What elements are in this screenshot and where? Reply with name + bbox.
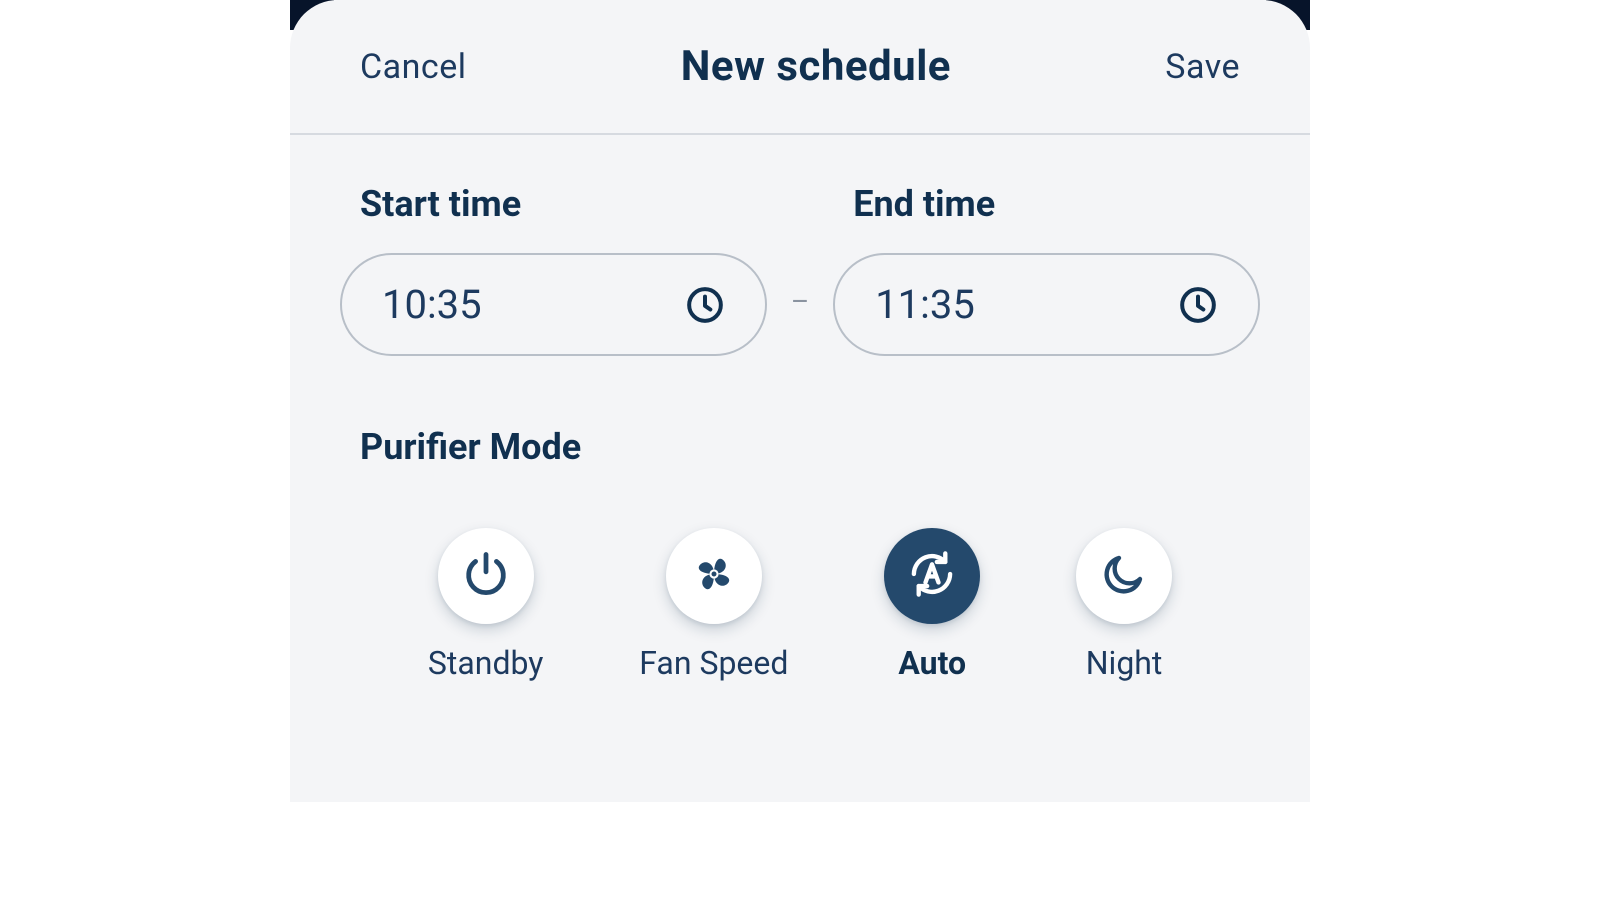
mode-button-auto (884, 528, 980, 624)
cancel-button[interactable]: Cancel (360, 47, 467, 87)
mode-label-fan-speed: Fan Speed (639, 644, 788, 682)
save-button[interactable]: Save (1165, 47, 1240, 87)
mode-button-night (1076, 528, 1172, 624)
power-icon (460, 548, 512, 604)
mode-option-fan-speed[interactable]: Fan Speed (639, 528, 788, 682)
start-time-value: 10:35 (382, 281, 482, 328)
app-sheet-container: Cancel New schedule Save Start time 10:3… (290, 0, 1310, 802)
auto-cycle-icon (903, 545, 961, 607)
mode-button-fan-speed (666, 528, 762, 624)
mode-label-standby: Standby (428, 644, 544, 682)
start-time-column: Start time 10:35 (340, 183, 767, 356)
end-time-label: End time (853, 183, 1260, 225)
time-range-row: Start time 10:35 – End time (340, 183, 1260, 356)
start-time-label: Start time (360, 183, 767, 225)
clock-icon (685, 285, 725, 325)
purifier-mode-options: Standby (340, 528, 1260, 682)
purifier-mode-label: Purifier Mode (360, 426, 1260, 468)
start-time-input[interactable]: 10:35 (340, 253, 767, 356)
mode-option-night[interactable]: Night (1076, 528, 1172, 682)
modal-sheet: Cancel New schedule Save Start time 10:3… (290, 0, 1310, 802)
modal-header: Cancel New schedule Save (290, 0, 1310, 135)
clock-icon (1178, 285, 1218, 325)
mode-button-standby (438, 528, 534, 624)
end-time-input[interactable]: 11:35 (833, 253, 1260, 356)
end-time-column: End time 11:35 (833, 183, 1260, 356)
mode-label-night: Night (1086, 644, 1163, 682)
time-separator: – (787, 285, 813, 318)
fan-icon (689, 549, 739, 603)
mode-option-standby[interactable]: Standby (428, 528, 544, 682)
mode-option-auto[interactable]: Auto (884, 528, 980, 682)
modal-title: New schedule (681, 42, 951, 91)
mode-label-auto: Auto (898, 644, 966, 682)
end-time-value: 11:35 (875, 281, 975, 328)
content-section: Start time 10:35 – End time (290, 183, 1310, 682)
moon-icon (1100, 550, 1148, 602)
